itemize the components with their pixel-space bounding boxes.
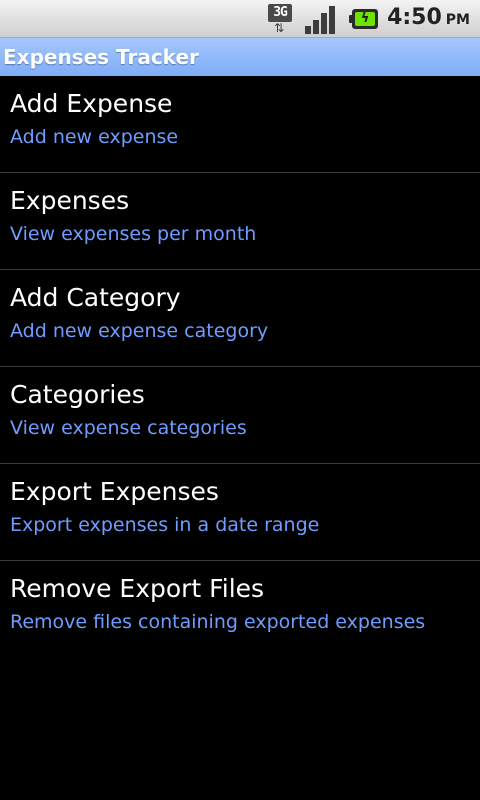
menu-item-title: Remove Export Files [10,574,265,603]
menu-item-subtitle: Add new expense [10,126,179,148]
status-clock: 4:50 PM [387,1,470,37]
network-3g-icon: 3G ⇅ [268,4,298,34]
menu-item-title: Export Expenses [10,477,219,506]
menu-item-remove-export-files[interactable]: Remove Export Files Remove files contain… [0,561,480,658]
menu-item-subtitle: View expense categories [10,417,247,439]
menu-item-title: Expenses [10,186,130,215]
menu-item-add-category[interactable]: Add Category Add new expense category [0,270,480,367]
menu-item-title: Add Category [10,283,181,312]
menu-item-subtitle: View expenses per month [10,223,257,245]
main-menu-list: Add Expense Add new expense Expenses Vie… [0,76,480,658]
menu-item-subtitle: Remove files containing exported expense… [10,611,426,633]
menu-item-expenses[interactable]: Expenses View expenses per month [0,173,480,270]
app-title: Expenses Tracker [3,45,199,69]
menu-item-title: Add Expense [10,89,173,118]
status-icons: 3G ⇅ ϟ 4:50 PM [268,2,470,36]
network-type-label: 3G [273,5,288,20]
menu-item-subtitle: Export expenses in a date range [10,514,320,536]
menu-item-export-expenses[interactable]: Export Expenses Export expenses in a dat… [0,464,480,561]
menu-item-subtitle: Add new expense category [10,320,269,342]
battery-charging-icon: ϟ [349,9,379,29]
data-activity-arrows: ⇅ [274,21,285,35]
clock-am-pm: PM [445,12,470,28]
app-title-bar: Expenses Tracker [0,38,480,76]
menu-item-add-expense[interactable]: Add Expense Add new expense [0,76,480,173]
status-bar: 3G ⇅ ϟ 4:50 PM [0,0,480,38]
menu-item-categories[interactable]: Categories View expense categories [0,367,480,464]
clock-time: 4:50 [387,5,442,30]
signal-strength-icon [305,4,339,34]
menu-item-title: Categories [10,380,145,409]
